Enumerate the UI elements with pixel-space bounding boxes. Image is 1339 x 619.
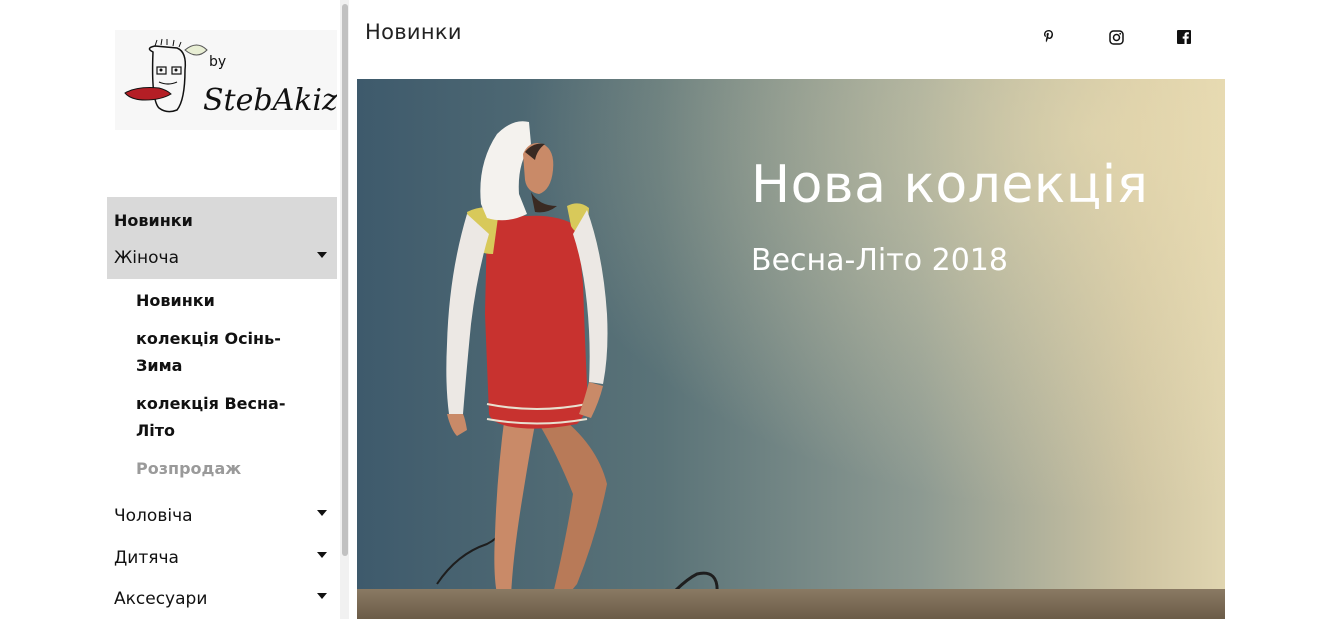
chevron-down-icon[interactable] <box>317 510 327 516</box>
main-menu: Новинки Жіноча Новинки колекція Осінь-Зи… <box>107 197 337 619</box>
page-title: Новинки <box>365 20 462 44</box>
menu-item-women[interactable]: Жіноча <box>107 239 337 277</box>
submenu-women: Новинки колекція Осінь-Зима колекція Вес… <box>107 279 337 495</box>
menu-item-label: Чоловіча <box>114 506 193 526</box>
submenu-item-new[interactable]: Новинки <box>136 287 306 314</box>
brand-logo[interactable]: by StebAkizm <box>115 30 366 130</box>
logo-wordmark-text: StebAkizm <box>203 83 337 118</box>
hero-banner[interactable]: Нова колекція Весна-Літо 2018 <box>357 79 1225 619</box>
hero-subtitle: Весна-Літо 2018 <box>751 243 1008 278</box>
submenu-item-spring-summer[interactable]: колекція Весна-Літо <box>136 390 306 444</box>
menu-item-kids[interactable]: Дитяча <box>107 537 337 579</box>
hero-ground <box>357 589 1225 619</box>
pinterest-link[interactable] <box>1038 26 1060 48</box>
chevron-down-icon[interactable] <box>317 593 327 599</box>
instagram-link[interactable] <box>1105 26 1127 48</box>
logo-by-text: by <box>209 54 226 70</box>
sidebar: by StebAkizm Новинки Жіноча Новинки коле… <box>107 0 366 619</box>
instagram-icon <box>1108 29 1124 45</box>
menu-item-men[interactable]: Чоловіча <box>107 495 337 537</box>
menu-item-new[interactable]: Новинки <box>107 201 337 239</box>
menu-item-label: Жіноча <box>114 248 180 268</box>
sidebar-scrollbar-thumb[interactable] <box>342 4 348 556</box>
menu-item-label: Новинки <box>114 210 193 230</box>
facebook-link[interactable] <box>1173 26 1195 48</box>
menu-item-accessories[interactable]: Аксесуари <box>107 579 337 619</box>
menu-item-label: Аксесуари <box>114 589 208 609</box>
hero-title: Нова колекція <box>751 155 1149 215</box>
submenu-item-autumn-winter[interactable]: колекція Осінь-Зима <box>136 325 306 379</box>
menu-item-label: Дитяча <box>114 548 179 568</box>
hero-model-figure <box>436 121 719 619</box>
chevron-down-icon[interactable] <box>317 552 327 558</box>
chevron-down-icon[interactable] <box>317 252 327 258</box>
menu-active-group: Новинки Жіноча <box>107 197 337 279</box>
submenu-item-sale[interactable]: Розпродаж <box>136 455 306 482</box>
pinterest-icon <box>1044 30 1053 43</box>
facebook-icon <box>1177 30 1191 44</box>
